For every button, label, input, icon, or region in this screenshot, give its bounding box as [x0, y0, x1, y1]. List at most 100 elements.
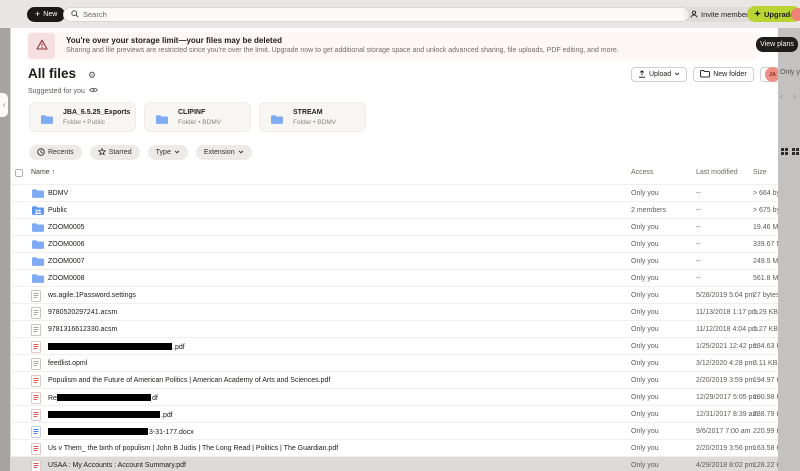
account-avatar[interactable] [791, 8, 800, 21]
dropbox-file-manager: + New Search Invite members Upgrade ‹ On… [0, 0, 800, 471]
folder-icon [155, 112, 169, 130]
select-all-checkbox[interactable] [15, 169, 23, 177]
folder-icon [31, 256, 45, 269]
sparkle-icon [754, 9, 761, 19]
redacted-name-bar [48, 428, 148, 435]
list-view-toggle-icon[interactable] [781, 148, 784, 151]
table-row[interactable]: ws.agile.1Password.settings Only you 5/28/… [11, 286, 778, 303]
filter-pill-starred[interactable]: Starred [89, 145, 140, 160]
table-row[interactable]: USAA : My Accounts : Account Summary.pdf… [11, 456, 778, 471]
file-access: Only you [631, 343, 659, 350]
file-access: Only you [631, 394, 659, 401]
column-header-name[interactable]: Name ↑ [31, 169, 55, 176]
upload-label: Upload [649, 71, 672, 78]
warning-triangle-icon [35, 37, 48, 55]
table-row[interactable]: .pdf Only you 1/25/2021 12:42 pm134.63 KB [11, 337, 778, 354]
invite-members-label: Invite members [701, 10, 753, 19]
file-size: > 664 bytes [753, 190, 778, 197]
view-plans-button[interactable]: View plans [756, 37, 798, 52]
redacted-name-bar [48, 343, 172, 350]
file-last-modified: 12/31/2017 8:39 am [696, 411, 759, 418]
file-size: 1.27 KB [753, 326, 778, 333]
filter-pill-label: Recents [48, 149, 74, 156]
file-size: 134.63 KB [753, 343, 778, 350]
file-size: 561.8 MB [753, 275, 778, 282]
filter-pill-recents[interactable]: Recents [29, 145, 82, 160]
file-file-icon [31, 358, 41, 372]
file-access: Only you [631, 190, 659, 197]
clock-icon [37, 147, 45, 158]
file-last-modified: -- [696, 207, 701, 214]
pager-prev-icon[interactable]: ‹ [780, 91, 783, 101]
file-size: 220.99 KB [753, 428, 778, 435]
file-name: Public [48, 207, 68, 214]
card-folder-name: STREAM [293, 109, 323, 116]
eye-icon[interactable] [88, 87, 98, 95]
table-row[interactable]: feedlist.opml Only you 3/12/2020 4:28 pm 3.… [11, 354, 778, 371]
file-name: Re df [48, 394, 158, 402]
file-access: Only you [631, 275, 659, 282]
new-folder-label: New folder [713, 71, 747, 78]
column-header-modified[interactable]: Last modified [696, 169, 738, 176]
suggested-card-STREAM[interactable]: STREAM Folder • BDMV [259, 102, 366, 132]
card-folder-name: JBA_6.5.25_Exports [63, 109, 131, 116]
file-name: Us v Them_ the birth of populism | John … [48, 445, 339, 452]
suggested-card-JBA_6.5.25_Exports[interactable]: JBA_6.5.25_Exports Folder • Public [29, 102, 136, 132]
file-name: USAA : My Accounts : Account Summary.pdf [48, 462, 186, 469]
table-row[interactable]: Redf Only you 12/29/2017 5:05 pm190.98 KB [11, 388, 778, 405]
right-edge-strip: Only y ‹ › [778, 28, 800, 471]
grid-view-toggle-icon[interactable] [792, 148, 795, 151]
file-last-modified: 11/12/2018 4:04 pm [696, 326, 758, 333]
file-pdf-icon [31, 392, 41, 406]
file-pdf-icon [31, 409, 41, 423]
file-name: .pdf [48, 343, 185, 351]
column-header-access[interactable]: Access [631, 169, 654, 176]
file-size: 238.79 KB [753, 411, 778, 418]
filter-pill-type[interactable]: Type [147, 145, 188, 160]
table-row[interactable]: 9780520297241.acsm Only you 11/13/2018 1:1… [11, 303, 778, 320]
table-row[interactable]: ZOOM0008 Only you -- 561.8 MB [11, 269, 778, 286]
file-pdf-icon [31, 460, 41, 471]
file-pdf-icon [31, 443, 41, 457]
file-name: ZOOM0006 [48, 241, 85, 248]
table-row[interactable]: 9781316612330.acsm Only you 11/12/2018 4:0… [11, 320, 778, 337]
table-row[interactable]: BDMV Only you -- > 664 bytes [11, 184, 778, 201]
file-last-modified: 3/12/2020 4:28 pm [696, 360, 755, 367]
file-last-modified: 1/25/2021 12:42 pm [696, 343, 759, 350]
file-size: 339.67 MB [753, 241, 778, 248]
card-folder-meta: Folder • BDMV [293, 119, 337, 126]
file-access: Only you [631, 326, 659, 333]
sidebar-collapse-handle[interactable]: ‹ [0, 93, 8, 117]
file-last-modified: -- [696, 241, 701, 248]
table-row[interactable]: ZOOM0007 Only you -- 249.5 MB [11, 252, 778, 269]
column-header-size[interactable]: Size [753, 169, 767, 176]
card-folder-meta: Folder • Public [63, 119, 106, 126]
pager-next-icon[interactable]: › [793, 91, 796, 101]
table-row[interactable]: ZOOM0005 Only you -- 19.46 MB [11, 218, 778, 235]
gear-icon[interactable]: ⚙ [88, 70, 96, 81]
folder-icon [31, 273, 45, 286]
table-row[interactable]: .pdf Only you 12/31/2017 8:39 am238.79 KB [11, 405, 778, 422]
file-last-modified: 2/20/2019 3:56 pm [696, 445, 755, 452]
folder-icon [270, 112, 284, 130]
file-size: 1.29 KB [753, 309, 778, 316]
table-row[interactable]: 3-31-177.docx Only you 9/6/2017 7:00 am 220… [11, 422, 778, 439]
table-row[interactable]: Us v Them_ the birth of populism | John … [11, 439, 778, 456]
file-last-modified: 2/20/2019 3:59 pm [696, 377, 755, 384]
table-row[interactable]: Populism and the Future of American Poli… [11, 371, 778, 388]
search-input[interactable]: Search [63, 7, 690, 22]
file-last-modified: -- [696, 224, 701, 231]
banner-subtitle: Sharing and file previews are restricted… [66, 47, 619, 54]
upload-button[interactable]: Upload [631, 67, 688, 82]
filter-pill-extension[interactable]: Extension [195, 145, 252, 160]
new-button[interactable]: + New [27, 7, 66, 22]
file-name: .pdf [48, 411, 173, 419]
chevron-down-icon [238, 149, 244, 156]
user-avatar[interactable]: JA [765, 67, 778, 82]
suggested-cards: JBA_6.5.25_Exports Folder • Public CLIPINF… [29, 102, 366, 132]
new-folder-button[interactable]: New folder [693, 67, 754, 82]
table-row[interactable]: ZOOM0006 Only you -- 339.67 MB [11, 235, 778, 252]
file-name: feedlist.opml [48, 360, 88, 367]
table-row[interactable]: Public 2 members -- > 675 bytes [11, 201, 778, 218]
suggested-card-CLIPINF[interactable]: CLIPINF Folder • BDMV [144, 102, 251, 132]
